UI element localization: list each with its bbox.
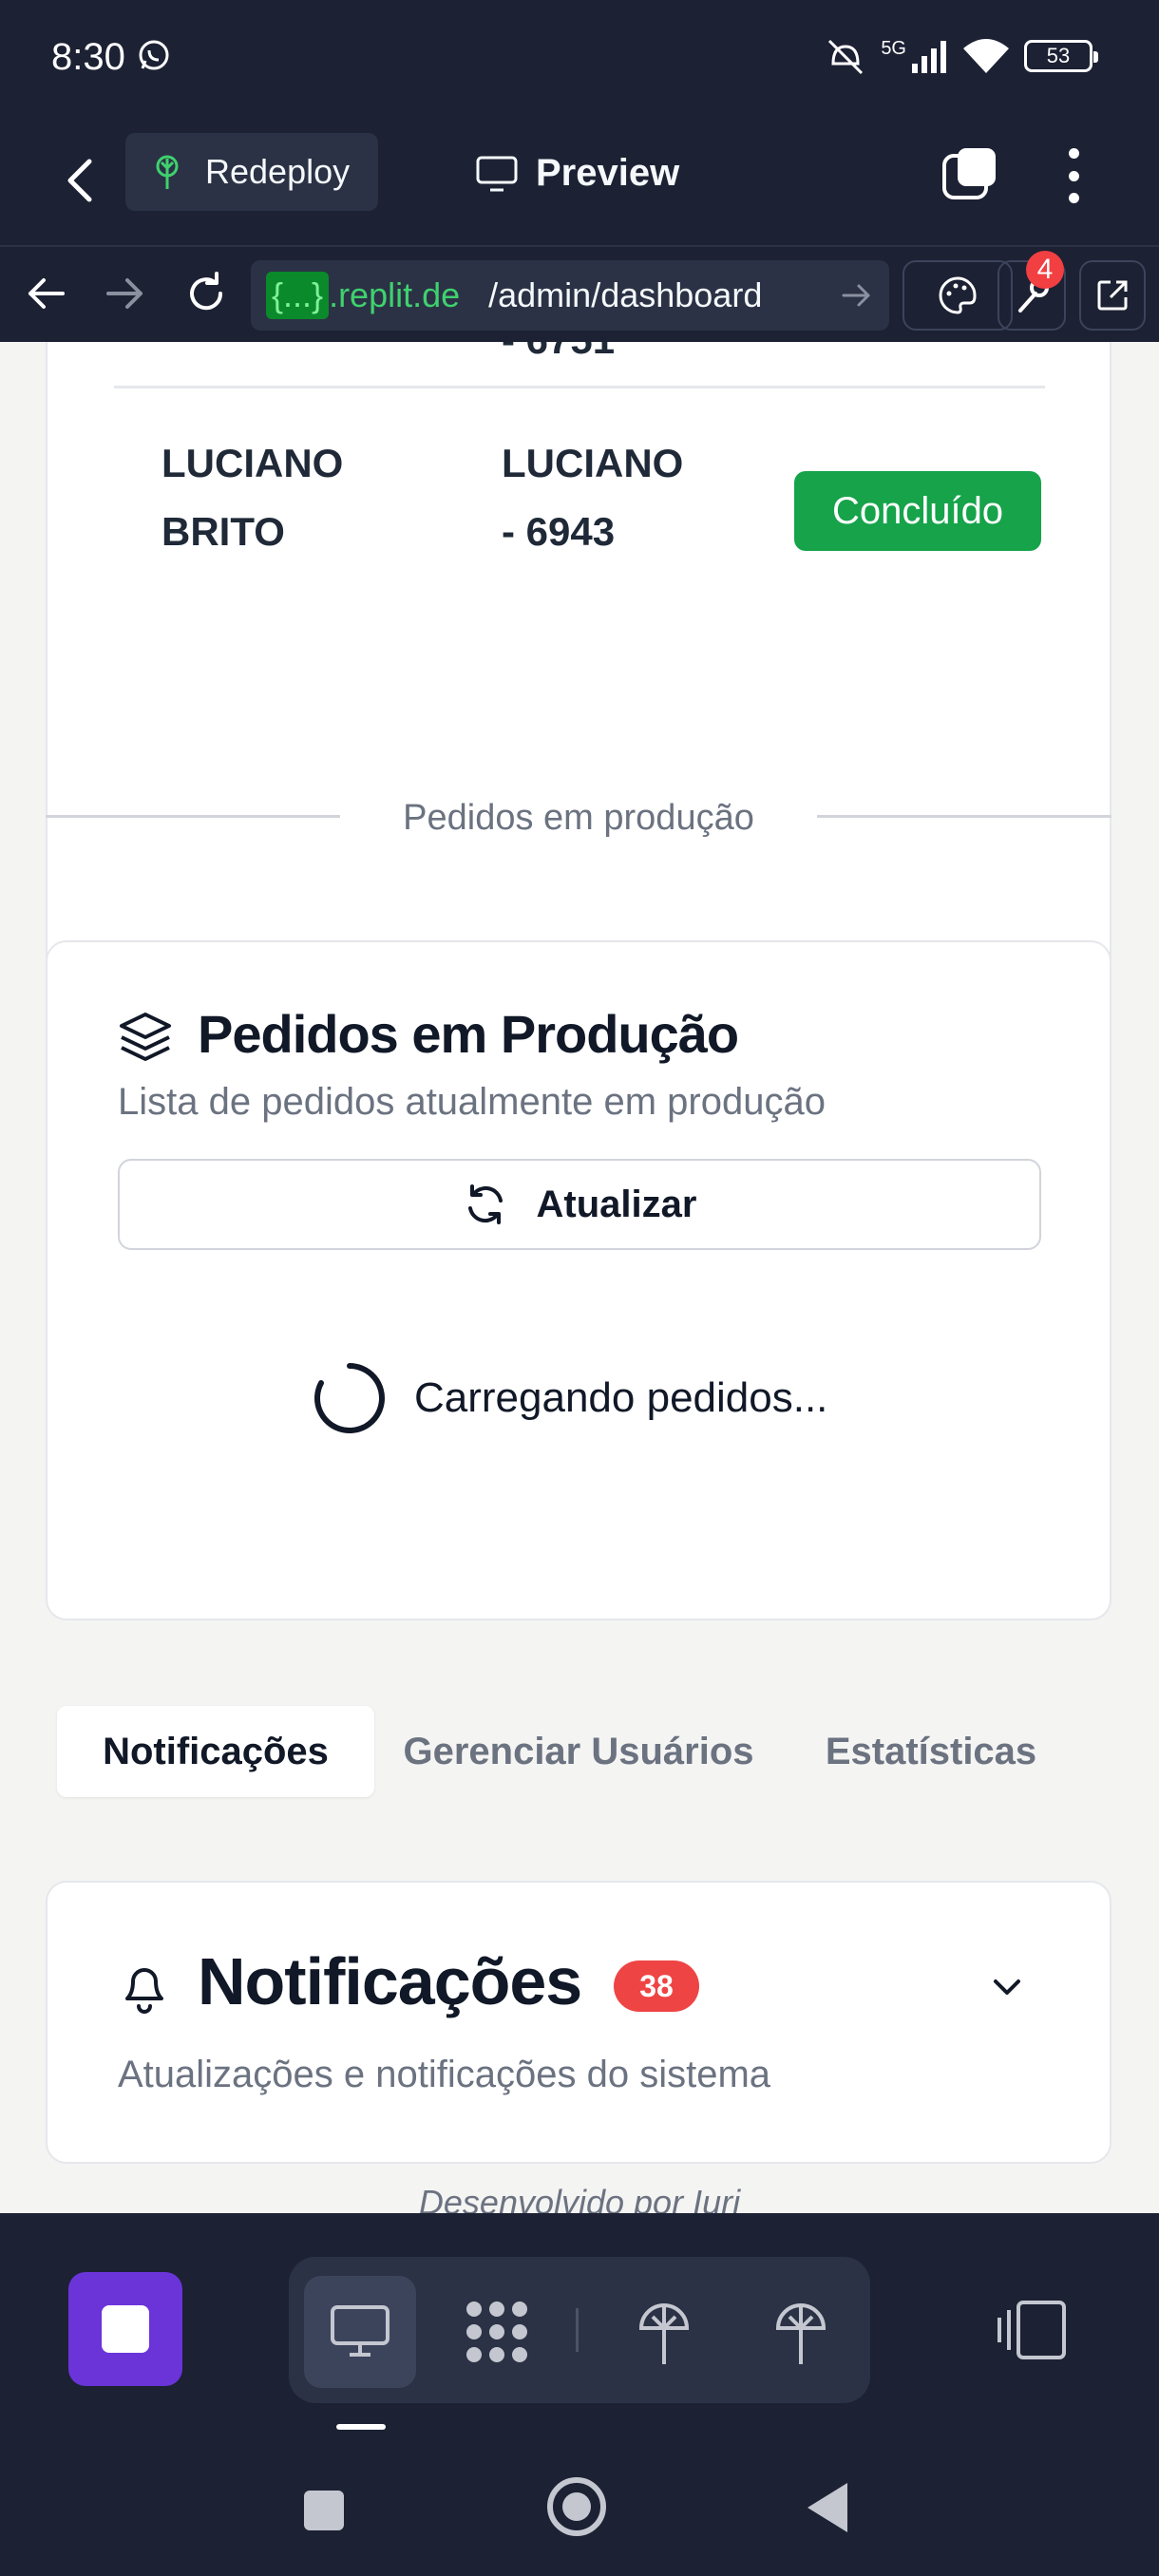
preview-tab[interactable]: Preview (475, 152, 679, 195)
client-name-line1: LUCIANO (162, 441, 344, 485)
whatsapp-icon (139, 40, 169, 70)
recents-button[interactable] (304, 2491, 344, 2530)
monitor-icon (331, 2305, 390, 2357)
production-subtitle: Lista de pedidos atualmente em produção (118, 1081, 826, 1123)
dock-preview-button[interactable] (304, 2276, 416, 2388)
spinner-icon (314, 1363, 385, 1433)
wifi-icon (963, 39, 1009, 73)
home-button[interactable] (547, 2477, 606, 2536)
refresh-button[interactable]: Atualizar (118, 1159, 1041, 1250)
replit-bottom-bar (0, 2213, 1159, 2441)
order-id-line2: - 6943 (502, 509, 616, 554)
go-arrow-icon[interactable] (840, 279, 872, 312)
client-name: LUCIANO BRITO (162, 429, 343, 566)
redeploy-label: Redeploy (205, 152, 351, 191)
url-field[interactable]: {...} .replit.de /admin/dashboard (251, 260, 889, 331)
refresh-label: Atualizar (536, 1183, 697, 1225)
tab-gerenciar-usuarios[interactable]: Gerenciar Usuários (374, 1706, 783, 1797)
more-options-icon[interactable] (1054, 144, 1092, 207)
production-card: Pedidos em Produção Lista de pedidos atu… (46, 940, 1112, 1620)
layers-icon (120, 1013, 171, 1061)
system-back-button[interactable] (808, 2483, 847, 2532)
orders-card: - 6751 LUCIANO BRITO LUCIANO - 6943 Conc… (46, 342, 1112, 1041)
stop-icon (102, 2305, 149, 2353)
tab-estatisticas[interactable]: Estatísticas (783, 1706, 1079, 1797)
status-time: 8:30 (51, 36, 125, 78)
notifications-card[interactable]: Notificações 38 Atualizações e notificaç… (46, 1881, 1112, 2164)
url-host: .replit.de (329, 275, 461, 314)
dashboard-tabs: Notificações Gerenciar Usuários Estatíst… (46, 1700, 1112, 1803)
dock-separator (576, 2308, 579, 2352)
order-id-line1: LUCIANO (502, 441, 684, 485)
battery-icon: 53 (1024, 40, 1098, 72)
devtools-badge: 4 (1026, 251, 1064, 289)
notifications-title: Notificações (198, 1944, 582, 2018)
active-indicator (336, 2424, 386, 2430)
preview-label: Preview (536, 152, 680, 194)
bell-icon (125, 1968, 163, 2014)
order-number: - 6751 (502, 342, 615, 374)
section-divider-label: Pedidos em produção (340, 788, 817, 847)
stop-button[interactable] (68, 2272, 182, 2386)
production-title: Pedidos em Produção (198, 1004, 739, 1064)
url-path: /admin/dashboard (488, 275, 763, 314)
client-name-line2: BRITO (162, 509, 285, 554)
panel-toggle-icon[interactable] (996, 2299, 1068, 2361)
url-host-prefix: {...} (266, 272, 330, 319)
order-id: LUCIANO - 6943 (502, 429, 683, 566)
tabs-switcher-icon[interactable] (940, 144, 999, 203)
browser-back-icon[interactable] (23, 270, 70, 317)
palette-icon (939, 276, 977, 314)
dock-deploy-button[interactable] (608, 2276, 720, 2388)
loading-indicator: Carregando pedidos... (312, 1360, 827, 1436)
status-bar: 8:30 5G 53 (0, 0, 1159, 116)
mute-vibrate-icon (828, 39, 864, 75)
footer-credit: Desenvolvido por Iuri (418, 2183, 741, 2213)
browser-toolbar: {...} .replit.de /admin/dashboard (0, 245, 1159, 340)
tab-notificacoes[interactable]: Notificações (57, 1706, 374, 1797)
dock-workflows-button[interactable] (441, 2276, 553, 2388)
notifications-count-badge: 38 (614, 1960, 699, 2012)
theme-palette-button[interactable] (902, 260, 1013, 331)
row-divider (114, 386, 1045, 388)
chevron-down-icon[interactable] (988, 1968, 1026, 2006)
workflow-grid-icon (466, 2301, 527, 2362)
status-concluido-button[interactable]: Concluído (794, 471, 1041, 551)
replit-header: Redeploy Preview (0, 116, 1159, 245)
battery-level: 53 (1046, 44, 1071, 67)
deploy-tree-icon (775, 2303, 826, 2364)
external-link-icon (1097, 280, 1128, 311)
dock-deploy-secondary-button[interactable] (745, 2276, 857, 2388)
deploy-tree-icon (156, 155, 179, 189)
refresh-icon (467, 1184, 503, 1224)
system-nav-bar (0, 2441, 1159, 2576)
loading-text: Carregando pedidos... (414, 1374, 828, 1421)
signal-icon (912, 41, 946, 73)
tool-dock (289, 2257, 870, 2403)
open-external-button[interactable] (1079, 260, 1146, 331)
browser-forward-icon[interactable] (101, 270, 148, 317)
notifications-subtitle: Atualizações e notificações do sistema (118, 2054, 771, 2095)
reload-icon[interactable] (182, 270, 230, 317)
preview-viewport[interactable]: - 6751 LUCIANO BRITO LUCIANO - 6943 Conc… (0, 342, 1159, 2213)
monitor-icon (476, 156, 518, 191)
back-arrow-icon[interactable] (57, 154, 104, 207)
network-type: 5G (881, 37, 906, 59)
redeploy-button[interactable]: Redeploy (125, 133, 378, 211)
deploy-tree-icon (638, 2303, 690, 2364)
